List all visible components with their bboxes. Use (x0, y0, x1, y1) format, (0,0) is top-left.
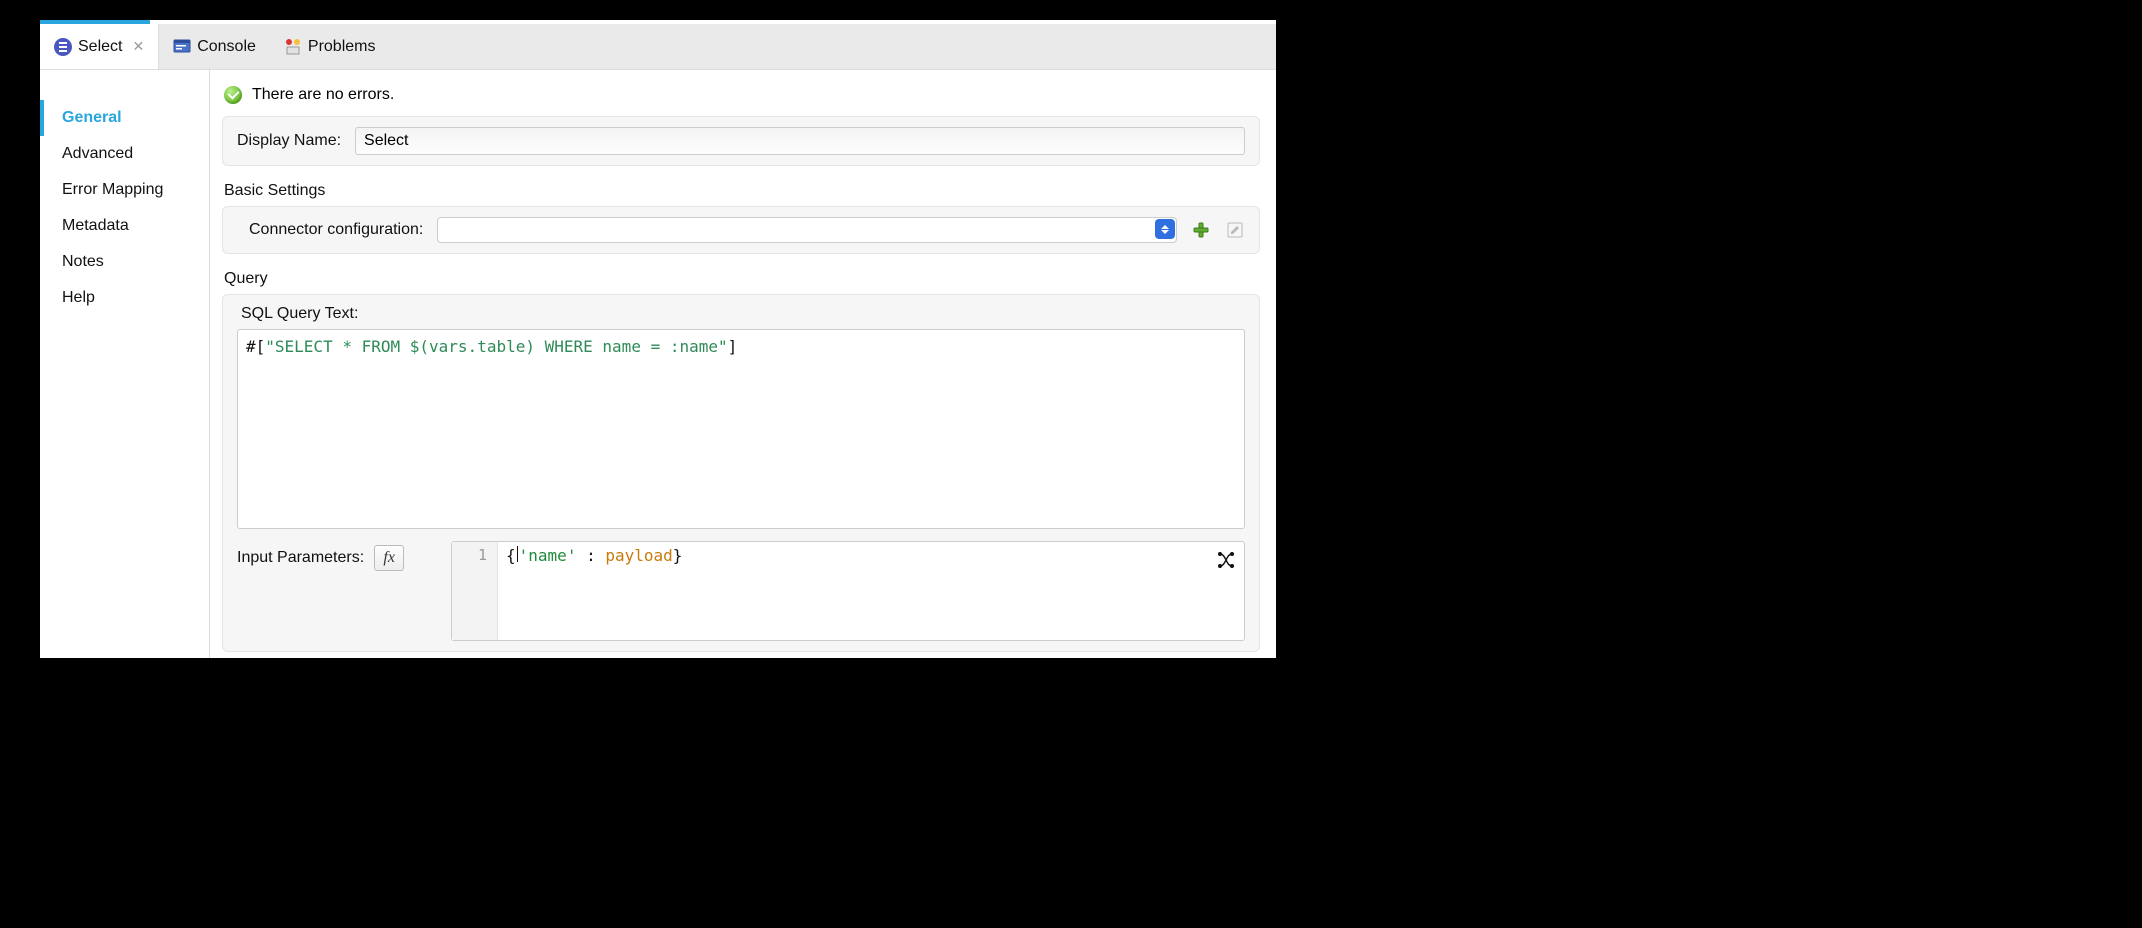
sidebar-item-general[interactable]: General (40, 100, 209, 136)
sql-query-text[interactable]: #["SELECT * FROM $(vars.table) WHERE nam… (237, 329, 1245, 529)
code-content[interactable]: {'name' : payload} (498, 542, 1244, 640)
problems-icon (284, 38, 302, 56)
tab-problems[interactable]: Problems (270, 24, 390, 69)
text-caret (517, 546, 518, 562)
tab-label: Problems (308, 38, 376, 56)
graph-icon[interactable] (1216, 550, 1236, 570)
edit-button[interactable] (1225, 220, 1245, 240)
tab-select[interactable]: Select ✕ (40, 24, 159, 69)
sidebar-item-advanced[interactable]: Advanced (40, 136, 209, 172)
status-text: There are no errors. (252, 86, 394, 104)
basic-settings-panel: Connector configuration: (222, 206, 1260, 254)
sidebar-item-label: General (62, 109, 122, 126)
sql-query-label: SQL Query Text: (237, 305, 1245, 323)
sidebar-item-label: Help (62, 289, 95, 306)
chevron-updown-icon[interactable] (1155, 219, 1175, 239)
connector-config-combo[interactable] (437, 217, 1177, 243)
sidebar: General Advanced Error Mapping Metadata … (40, 70, 210, 658)
tab-console[interactable]: Console (159, 24, 270, 69)
display-name-input[interactable] (355, 127, 1245, 155)
basic-settings-title: Basic Settings (222, 176, 1260, 206)
tab-label: Console (197, 38, 256, 56)
display-name-label: Display Name: (237, 132, 341, 150)
sidebar-item-metadata[interactable]: Metadata (40, 208, 209, 244)
sidebar-item-help[interactable]: Help (40, 280, 209, 316)
line-gutter: 1 (452, 542, 498, 640)
sidebar-item-error-mapping[interactable]: Error Mapping (40, 172, 209, 208)
sidebar-item-label: Metadata (62, 217, 129, 234)
sidebar-item-label: Notes (62, 253, 104, 270)
status-row: There are no errors. (222, 82, 1260, 116)
display-name-panel: Display Name: (222, 116, 1260, 166)
body-area: General Advanced Error Mapping Metadata … (40, 70, 1276, 658)
connector-config-label: Connector configuration: (249, 221, 423, 239)
fx-button[interactable]: fx (374, 545, 404, 571)
database-icon (54, 38, 72, 56)
ok-check-icon (224, 86, 242, 104)
console-icon (173, 38, 191, 56)
main-panel: There are no errors. Display Name: Basic… (210, 70, 1276, 658)
tab-label: Select (78, 38, 122, 56)
close-icon[interactable]: ✕ (132, 38, 144, 55)
app-window: Select ✕ Console Problems General Advanc… (40, 20, 1276, 658)
sidebar-item-label: Advanced (62, 145, 133, 162)
query-panel: SQL Query Text: #["SELECT * FROM $(vars.… (222, 294, 1260, 652)
tab-bar: Select ✕ Console Problems (40, 24, 1276, 70)
sidebar-item-label: Error Mapping (62, 181, 163, 198)
input-parameters-editor[interactable]: 1 {'name' : payload} (451, 541, 1245, 641)
query-title: Query (222, 264, 1260, 294)
sidebar-item-notes[interactable]: Notes (40, 244, 209, 280)
add-button[interactable] (1191, 220, 1211, 240)
input-parameters-label: Input Parameters: (237, 549, 364, 567)
